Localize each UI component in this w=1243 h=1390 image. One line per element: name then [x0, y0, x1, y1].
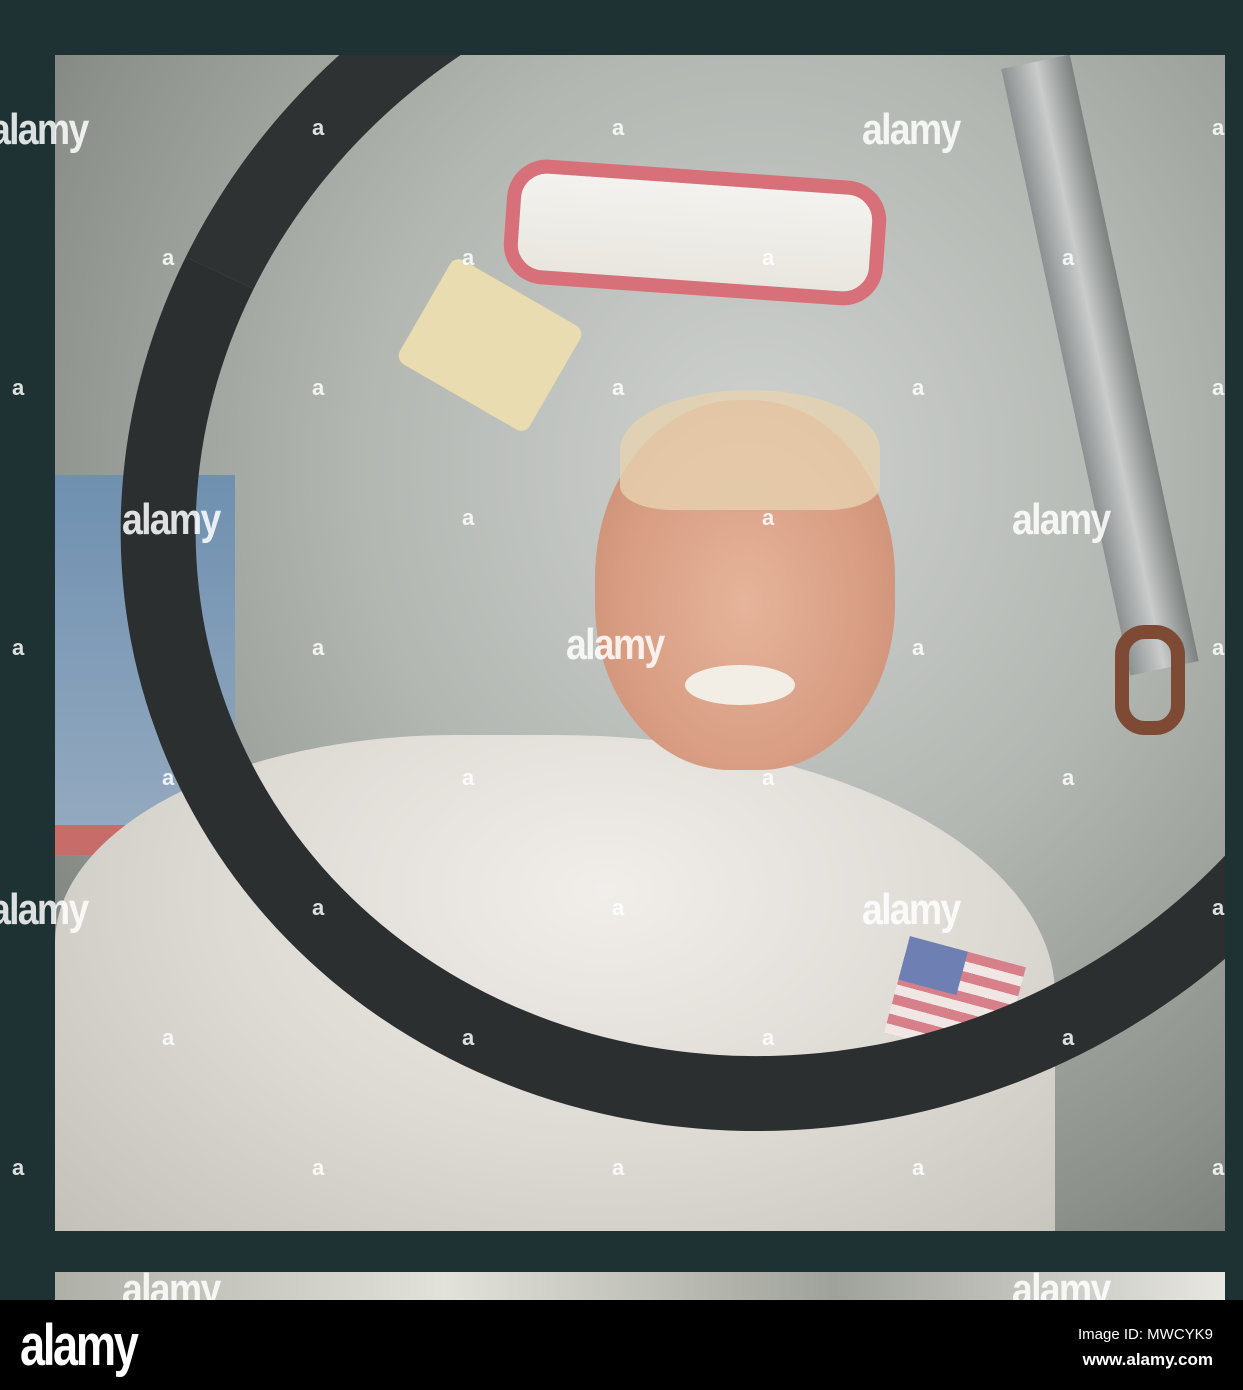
watermark: alamy	[862, 885, 961, 934]
watermark-mark: a	[312, 1155, 325, 1180]
watermark-mark: a	[162, 765, 175, 790]
website-link[interactable]: www.alamy.com	[1083, 1350, 1213, 1370]
watermark-mark: a	[612, 895, 625, 920]
watermark-mark: a	[162, 245, 175, 270]
watermark-mark: a	[1212, 895, 1225, 920]
watermark-mark: a	[762, 765, 775, 790]
watermark-mark: a	[312, 635, 325, 660]
watermark-mark: a	[462, 765, 475, 790]
watermark-mark: a	[312, 115, 325, 140]
watermark-mark: a	[612, 1155, 625, 1180]
watermark-mark: a	[912, 375, 925, 400]
watermark-mark: a	[312, 895, 325, 920]
watermark-mark: a	[462, 245, 475, 270]
alamy-logo: alamy	[20, 1313, 139, 1378]
watermark-mark: a	[462, 1025, 475, 1050]
watermark-mark: a	[462, 505, 475, 530]
watermark-mark: a	[1212, 635, 1225, 660]
watermark-mark: a	[12, 375, 25, 400]
watermark: alamy	[862, 105, 961, 154]
watermark-mark: a	[612, 115, 625, 140]
watermark-mark: a	[12, 635, 25, 660]
watermark: alamy	[0, 885, 89, 934]
watermark: alamy	[566, 620, 665, 669]
watermark: alamy	[0, 105, 89, 154]
watermark-mark: a	[762, 505, 775, 530]
image-id: Image ID: MWCYK9	[1077, 1326, 1213, 1343]
watermark-mark: a	[1212, 375, 1225, 400]
watermark-mark: a	[1062, 765, 1075, 790]
watermark-mark: a	[1212, 115, 1225, 140]
watermark-mark: a	[162, 1025, 175, 1050]
watermark-mark: a	[1062, 1025, 1075, 1050]
watermark-mark: a	[12, 1155, 25, 1180]
watermark: alamy	[1012, 495, 1111, 544]
watermark-mark: a	[1062, 245, 1075, 270]
watermark-mark: a	[912, 1155, 925, 1180]
watermark-mark: a	[612, 375, 625, 400]
watermark-mark: a	[762, 1025, 775, 1050]
watermark-mark: a	[762, 245, 775, 270]
footer-bar: alamy Image ID: MWCYK9 www.alamy.com	[0, 1300, 1243, 1390]
watermark-mark: a	[912, 635, 925, 660]
watermark: alamy	[122, 495, 221, 544]
watermark-mark: a	[312, 375, 325, 400]
watermark-mark: a	[1212, 1155, 1225, 1180]
